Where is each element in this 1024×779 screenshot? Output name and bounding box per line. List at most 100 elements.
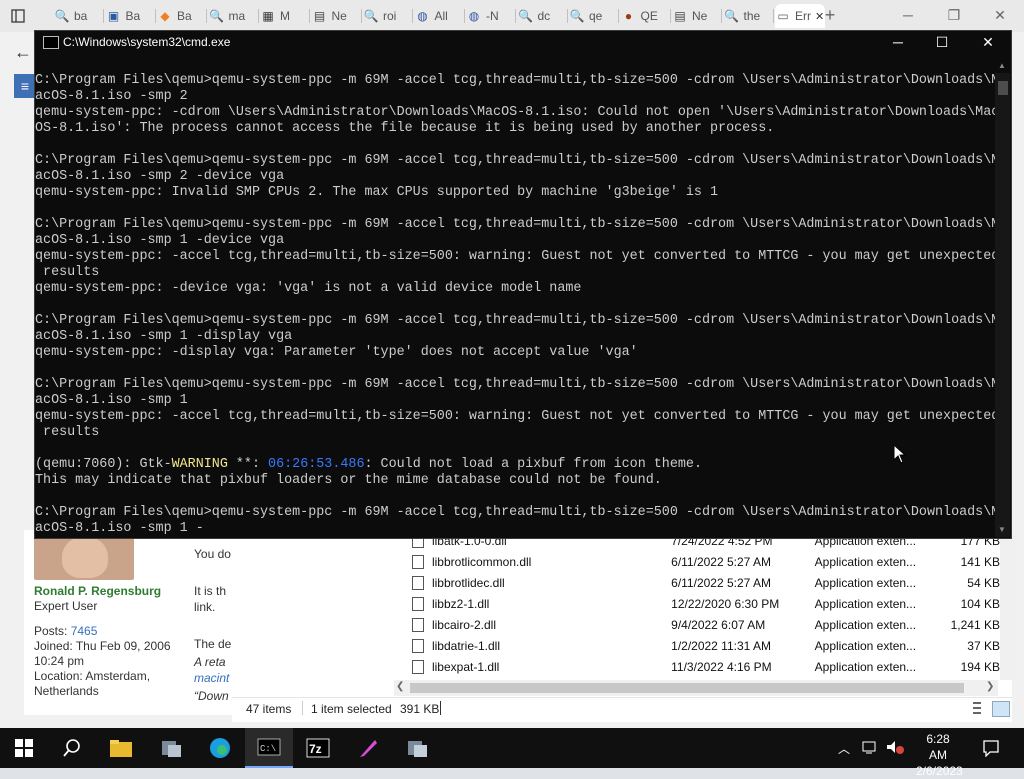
post-text-line: It is th	[194, 584, 227, 598]
file-name: libbrotlicommon.dll	[431, 554, 532, 569]
taskbar-network-app[interactable]	[393, 728, 441, 768]
taskbar-7zip[interactable]: 7z	[294, 728, 342, 768]
file-icon	[412, 638, 424, 653]
browser-tab[interactable]: ▤ Ne	[672, 4, 722, 28]
tab-label: the	[743, 9, 761, 23]
horizontal-scroll-thumb[interactable]	[410, 683, 964, 693]
browser-tab[interactable]: ▣ Ba	[106, 4, 156, 28]
scroll-right-icon[interactable]: ❯	[986, 681, 994, 692]
tab-label: Ba	[125, 9, 141, 23]
browser-tab[interactable]: 🔍 ba	[54, 4, 104, 28]
console-line: (qemu:7060): Gtk-WARNING **: 06:26:53.48…	[35, 457, 995, 473]
cmd-maximize-button[interactable]: ☐	[919, 31, 965, 53]
taskbar-edge[interactable]	[196, 728, 244, 768]
scroll-down-icon[interactable]: ▼	[998, 525, 1006, 534]
search-icon: 🔍	[724, 9, 739, 23]
selection-count: 1 item selected	[311, 702, 392, 716]
browser-tab[interactable]: ◍ -N	[466, 4, 516, 28]
tab-label: QE	[640, 9, 658, 23]
file-row[interactable]: libexpat-1.dll 11/3/2022 4:16 PM Applicati…	[408, 656, 1000, 677]
file-row[interactable]: libdatrie-1.dll 1/2/2022 11:31 AM Applicat…	[408, 635, 1000, 656]
cmd-scroll-thumb[interactable]	[998, 81, 1008, 95]
file-size: 37 KB	[967, 638, 1000, 653]
tab-actions-button[interactable]	[10, 4, 36, 28]
console-line: qemu-system-ppc: -cdrom \Users\Administr…	[35, 105, 995, 120]
console-line: qemu-system-ppc: -accel tcg,thread=multi…	[35, 249, 995, 264]
console-line: C:\Program Files\qemu>qemu-system-ppc -m…	[35, 377, 995, 392]
cmd-close-button[interactable]: ✕	[965, 31, 1011, 53]
volume-muted-icon[interactable]	[886, 740, 904, 757]
tab-label: M	[280, 9, 290, 23]
taskbar-file-explorer[interactable]	[97, 728, 145, 768]
taskbar-server-manager[interactable]	[147, 728, 195, 768]
taskbar-search-button[interactable]	[48, 728, 96, 768]
cmd-titlebar[interactable]: C:\Windows\system32\cmd.exe ─ ☐ ✕	[35, 31, 1011, 53]
tab-separator	[669, 9, 671, 23]
tab-separator	[257, 9, 259, 23]
browser-tab[interactable]: ▤ Ne	[312, 4, 362, 28]
browser-tab[interactable]: 🔍 the	[724, 4, 774, 28]
show-hidden-icons-icon[interactable]: ︿	[838, 740, 850, 757]
tab-label: -N	[486, 9, 499, 23]
browser-tab[interactable]: 🔍 roi	[363, 4, 413, 28]
start-button[interactable]	[0, 728, 48, 768]
file-row[interactable]: libbz2-1.dll 12/22/2020 6:30 PM Applicatio…	[408, 593, 1000, 614]
tab-label: dc	[537, 9, 551, 23]
taskbar-feather-app[interactable]	[344, 728, 392, 768]
post-link[interactable]: macint	[194, 671, 229, 686]
menu-icon[interactable]: ≡	[14, 74, 36, 98]
console-line: C:\Program Files\qemu>qemu-system-ppc -m…	[35, 153, 995, 168]
file-row[interactable]: libbrotlidec.dll 6/11/2022 5:27 AM Applica…	[408, 572, 1000, 593]
cmd-icon: C:\	[257, 738, 281, 756]
browser-tab[interactable]: ◆ Ba	[157, 4, 207, 28]
cmd-window-title: C:\Windows\system32\cmd.exe	[63, 35, 231, 49]
log-timestamp: 06:26:53.486	[268, 457, 365, 472]
tab-separator	[309, 9, 310, 23]
file-row[interactable]: libcairo-2.dll 9/4/2022 6:07 AM Applicatio…	[408, 614, 1000, 635]
network-icon[interactable]	[862, 740, 880, 757]
console-line: acOS-8.1.iso -smp 1	[35, 393, 188, 408]
browser-minimize-button[interactable]: ─	[886, 4, 930, 26]
tab-separator	[360, 9, 362, 23]
browser-tab[interactable]: 🔍 dc	[518, 4, 568, 28]
file-row[interactable]: libbrotlicommon.dll 6/11/2022 5:27 AM Appl…	[408, 551, 1000, 572]
browser-restore-button[interactable]: ❐	[932, 4, 976, 26]
clock[interactable]: 6:28 AM 2/6/2023	[916, 731, 963, 779]
scroll-left-icon[interactable]: ❮	[396, 681, 404, 692]
browser-tab[interactable]: ◍ All	[415, 4, 465, 28]
author-name[interactable]: Ronald P. Regensburg	[34, 584, 161, 598]
file-size: 104 KB	[960, 596, 1000, 611]
new-tab-button[interactable]: +	[808, 4, 852, 26]
vertical-scrollbar[interactable]	[1000, 535, 1016, 680]
svg-text:7z: 7z	[309, 742, 322, 756]
taskbar-cmd[interactable]: C:\	[245, 728, 293, 768]
browser-tab[interactable]: ● QE	[621, 4, 671, 28]
post-text-line: “Down	[194, 689, 229, 703]
file-size: 194 KB	[960, 659, 1000, 674]
tab-label: roi	[383, 9, 397, 23]
tab-label: ma	[228, 9, 246, 23]
file-type: Application exten...	[814, 659, 917, 674]
tiles-view-icon[interactable]	[992, 701, 1010, 717]
browser-tab[interactable]: 🔍 ma	[209, 4, 259, 28]
gh-icon: ▦	[262, 9, 274, 23]
posts-link[interactable]: 7465	[71, 624, 98, 638]
console-output[interactable]: C:\Program Files\qemu>qemu-system-ppc -m…	[35, 73, 995, 537]
search-icon: 🔍	[209, 9, 224, 23]
console-line: This may indicate that pixbuf loaders or…	[35, 473, 662, 488]
tab-separator	[515, 9, 516, 23]
details-view-icon[interactable]	[970, 701, 984, 715]
file-type: Application exten...	[814, 575, 917, 590]
console-line: qemu-system-ppc: -display vga: Parameter…	[35, 345, 638, 360]
browser-tab[interactable]: 🔍 qe	[569, 4, 619, 28]
tab-separator	[206, 9, 207, 23]
browser-close-button[interactable]: ✕	[978, 4, 1022, 26]
scroll-up-icon[interactable]: ▲	[998, 61, 1006, 70]
browser-tab[interactable]: ▦ M	[260, 4, 310, 28]
cmd-minimize-button[interactable]: ─	[875, 31, 921, 53]
notification-icon[interactable]	[982, 739, 1000, 760]
console-line: C:\Program Files\qemu>qemu-system-ppc -m…	[35, 313, 995, 328]
cmd-window[interactable]: C:\Windows\system32\cmd.exe ─ ☐ ✕ C:\Pro…	[34, 30, 1012, 539]
cmd-scrollbar[interactable]	[995, 73, 1010, 537]
